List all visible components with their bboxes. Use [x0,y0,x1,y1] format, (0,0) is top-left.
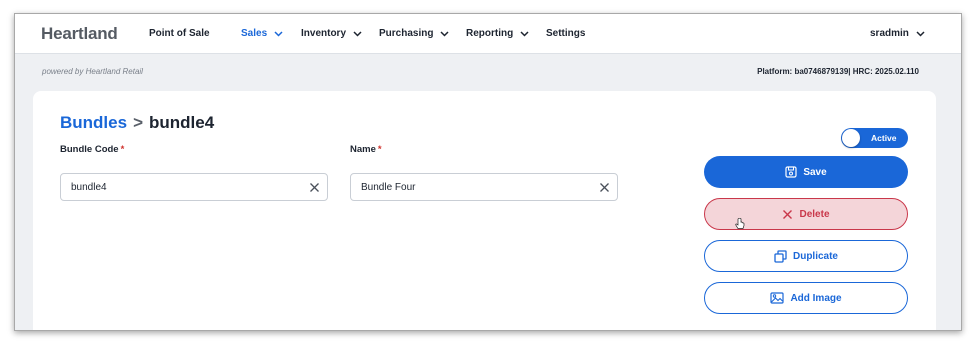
nav-purchasing[interactable]: Purchasing [379,28,449,39]
chevron-down-icon [916,30,925,37]
nav-label: Purchasing [379,28,434,39]
close-icon [783,209,793,219]
chevron-down-icon [274,30,283,37]
nav-sales[interactable]: Sales [241,28,283,39]
name-input[interactable] [351,174,617,200]
chevron-down-icon [520,30,529,37]
required-marker: * [377,144,382,155]
copy-icon [774,249,787,263]
add-image-label: Add Image [790,292,842,304]
nav-reporting[interactable]: Reporting [466,28,529,39]
duplicate-button[interactable]: Duplicate [704,240,908,272]
top-navigation: Heartland Point of Sale Sales Inventory … [15,14,961,54]
delete-label: Delete [799,208,830,220]
nav-inventory[interactable]: Inventory [301,28,362,39]
nav-label: Reporting [466,28,514,39]
bundle-code-input[interactable] [61,174,327,200]
chevron-down-icon [440,30,449,37]
save-icon [785,166,797,178]
breadcrumb-separator: > [133,113,143,132]
bundle-code-label: Bundle Code * [60,144,124,155]
save-label: Save [803,166,827,178]
info-bar: powered by Heartland Retail Platform: ba… [15,54,961,88]
breadcrumb: Bundles > bundle4 [60,113,214,133]
page-title: bundle4 [149,113,215,132]
nav-settings[interactable]: Settings [546,28,585,39]
app-window: Heartland Point of Sale Sales Inventory … [14,13,962,331]
nav-label: Inventory [301,28,347,39]
brand-logo[interactable]: Heartland [41,24,118,44]
save-button[interactable]: Save [704,156,908,188]
clear-icon[interactable] [308,181,321,194]
toggle-knob [842,129,860,147]
user-menu[interactable]: sradmin [870,28,925,39]
chevron-down-icon [353,30,362,37]
platform-info: Platform: ba0746879139| HRC: 2025.02.110 [757,67,919,76]
name-label: Name * [350,144,382,155]
nav-point-of-sale[interactable]: Point of Sale [149,28,210,39]
nav-label: Sales [241,28,268,39]
name-label-text: Name [350,144,376,155]
active-toggle[interactable]: Active [841,128,908,148]
toggle-label: Active [871,133,897,143]
add-image-button[interactable]: Add Image [704,282,908,314]
image-icon [770,292,785,304]
user-name: sradmin [870,28,909,39]
name-field-wrapper [350,173,618,201]
bundle-code-field-wrapper [60,173,328,201]
nav-label: Point of Sale [149,28,210,39]
nav-label: Settings [546,28,586,39]
duplicate-label: Duplicate [792,250,838,262]
breadcrumb-bundles-link[interactable]: Bundles [60,113,127,133]
required-marker: * [120,144,125,155]
clear-icon[interactable] [598,181,611,194]
bundle-editor-card: Bundles > bundle4 Active Bundle Code* Na… [33,91,936,330]
hand-cursor-icon [735,218,745,229]
bundle-code-label-text: Bundle Code [60,144,119,155]
powered-by-text: powered by Heartland Retail [42,67,143,76]
